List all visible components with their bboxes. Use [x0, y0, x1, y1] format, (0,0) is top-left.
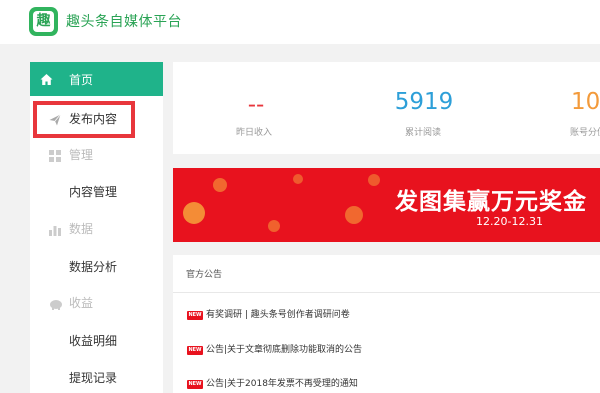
home-icon	[40, 71, 53, 90]
sidebar-item-home[interactable]: 首页	[30, 62, 163, 96]
new-badge: NEW	[187, 380, 203, 389]
sidebar-item-income-detail[interactable]: 收益明细	[69, 332, 117, 349]
coin-decoration	[213, 178, 227, 192]
sidebar-item-label: 数据	[69, 222, 94, 236]
banner-date: 12.20-12.31	[476, 215, 543, 228]
new-badge: NEW	[187, 311, 203, 320]
yesterday-income-label: 昨日收入	[236, 128, 273, 138]
sidebar-item-content-manage[interactable]: 内容管理	[69, 183, 117, 200]
divider	[173, 292, 600, 293]
account-score-value: 10	[571, 89, 600, 115]
top-header: 趣 趣头条自媒体平台	[0, 0, 600, 44]
bar-chart-icon	[49, 221, 61, 240]
sidebar-item-label: 首页	[69, 73, 94, 87]
announcement-text: 有奖调研 | 趣头条号创作者调研问卷	[206, 310, 350, 320]
sidebar-item-label: 管理	[69, 148, 94, 162]
announcement-item[interactable]: NEW 有奖调研 | 趣头条号创作者调研问卷	[187, 307, 350, 320]
coin-decoration	[293, 174, 303, 184]
banner-title: 发图集赢万元奖金	[395, 189, 587, 215]
account-score-label: 账号分值	[570, 128, 600, 138]
yesterday-income-value: --	[247, 92, 265, 118]
total-reads-label: 累计阅读	[405, 128, 442, 138]
sidebar-item-data-analysis[interactable]: 数据分析	[69, 258, 117, 275]
coin-decoration	[368, 174, 380, 186]
grid-icon	[49, 147, 61, 166]
announcement-panel: 官方公告 NEW 有奖调研 | 趣头条号创作者调研问卷 NEW 公告|关于文章彻底删…	[173, 255, 600, 393]
brand-title: 趣头条自媒体平台	[66, 14, 182, 30]
sidebar-item-manage[interactable]: 管理	[30, 140, 163, 168]
announcement-item[interactable]: NEW 公告|关于文章彻底删除功能取消的公告	[187, 342, 362, 355]
stats-card: -- 昨日收入 5919 累计阅读 10 账号分值	[173, 62, 600, 154]
coin-decoration	[268, 220, 280, 232]
piggy-bank-icon	[49, 295, 63, 314]
sidebar-item-withdraw[interactable]: 提现记录	[69, 369, 117, 386]
coin-decoration	[345, 206, 363, 224]
announcement-item[interactable]: NEW 公告|关于2018年发票不再受理的通知	[187, 376, 358, 389]
logo[interactable]: 趣	[29, 7, 58, 36]
promo-banner[interactable]: 发图集赢万元奖金 12.20-12.31	[173, 168, 600, 242]
coin-decoration	[183, 202, 205, 224]
announcement-text: 公告|关于文章彻底删除功能取消的公告	[206, 345, 363, 355]
logo-char: 趣	[33, 11, 54, 32]
highlight-box	[33, 101, 135, 138]
total-reads-value: 5919	[394, 89, 454, 115]
new-badge: NEW	[187, 346, 203, 355]
sidebar-item-data[interactable]: 数据	[30, 214, 163, 242]
announcement-text: 公告|关于2018年发票不再受理的通知	[206, 379, 358, 389]
sidebar-item-label: 收益	[69, 296, 94, 310]
announcement-title: 官方公告	[186, 270, 223, 280]
sidebar-item-income[interactable]: 收益	[30, 288, 163, 316]
